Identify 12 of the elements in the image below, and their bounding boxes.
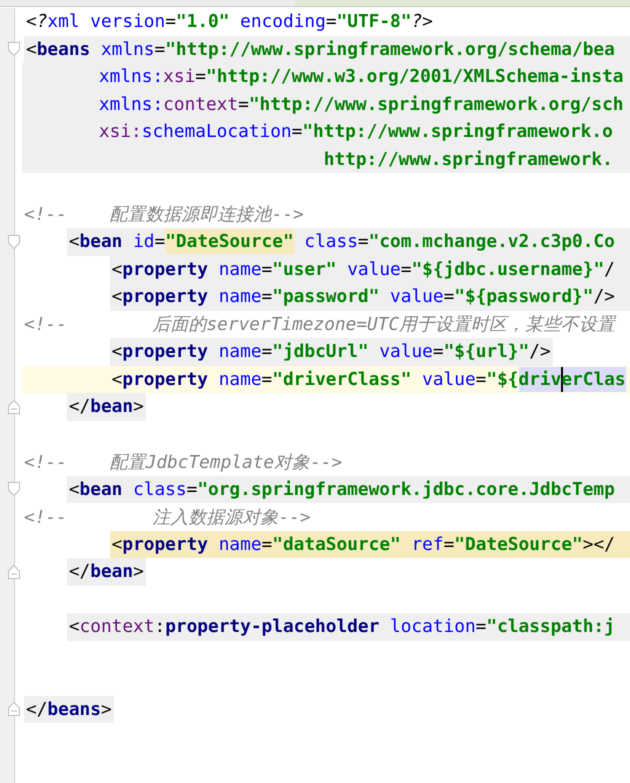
code-comment: <!-- 配置JdbcTemplate对象--> (23, 450, 344, 475)
code-comment: <!-- 注入数据源对象--> (23, 506, 312, 530)
unfold-icon[interactable] (8, 702, 20, 716)
code-line: <?xml version="1.0" encoding="UTF-8"?> (25, 10, 434, 34)
code-comment: <!-- 配置数据源即连接池--> (23, 203, 305, 228)
fold-icon[interactable] (8, 234, 20, 249)
unfold-icon[interactable] (8, 564, 20, 579)
code-comment: <!-- 后面的serverTimezone=UTC用于设置时区，某些不设置 (23, 313, 618, 338)
active-tab[interactable] (295, 0, 630, 6)
fold-icon[interactable] (8, 482, 20, 496)
unfold-icon[interactable] (8, 400, 20, 414)
fold-icon[interactable] (8, 42, 20, 56)
